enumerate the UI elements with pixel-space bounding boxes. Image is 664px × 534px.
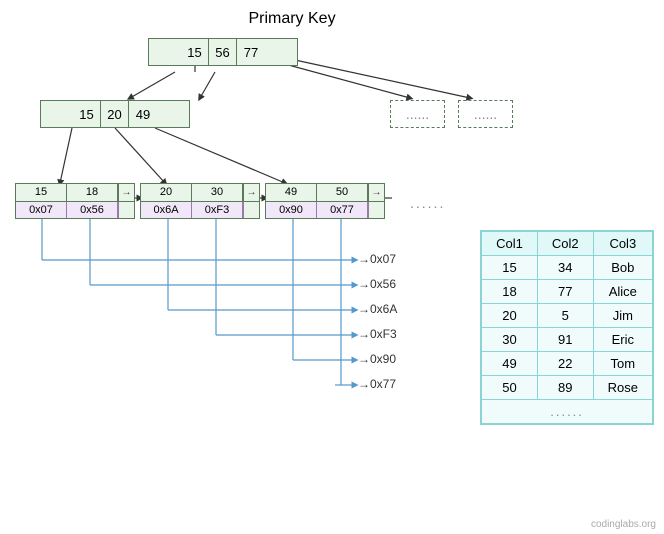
table-row: 15 34 Bob xyxy=(482,256,653,280)
leaf-node-3: 49 50 → 0x90 0x77 xyxy=(265,183,385,219)
leaf2-bot-2: 0xF3 xyxy=(192,202,243,219)
leaf3-bot-1: 0x90 xyxy=(266,202,317,219)
level1-dashed-1: ...... xyxy=(390,100,445,128)
ptr-label-0xF3: →0xF3 xyxy=(358,327,397,341)
level1-dashed-2: ...... xyxy=(458,100,513,128)
table-row: 18 77 Alice xyxy=(482,280,653,304)
l1-cell-3: 49 xyxy=(129,101,157,127)
watermark: codinglabs.org xyxy=(591,519,656,530)
table-row: 20 5 Jim xyxy=(482,304,653,328)
page-title: Primary Key xyxy=(0,10,654,28)
l1-cell-1: 15 xyxy=(73,101,101,127)
leaf2-top-1: 20 xyxy=(141,184,192,201)
col-header-1: Col1 xyxy=(482,232,538,256)
root-cell-1: 15 xyxy=(181,39,209,65)
ptr-label-0x77: →0x77 xyxy=(358,377,396,391)
leaf3-top-2: 50 xyxy=(317,184,368,201)
leaf-node-1: 15 18 → 0x07 0x56 xyxy=(15,183,135,219)
leaf-node-2: 20 30 → 0x6A 0xF3 xyxy=(140,183,260,219)
ptr-label-0x07: →0x07 xyxy=(358,252,396,266)
leaf1-bot-1: 0x07 xyxy=(16,202,67,219)
table-row: 49 22 Tom xyxy=(482,352,653,376)
right-ellipsis: ...... xyxy=(410,195,445,211)
l1-cell-2: 20 xyxy=(101,101,129,127)
leaf1-top-2: 18 xyxy=(67,184,118,201)
leaf3-top-1: 49 xyxy=(266,184,317,201)
table-row: 50 89 Rose xyxy=(482,376,653,400)
data-table: Col1 Col2 Col3 15 34 Bob 18 77 Alice 20 xyxy=(480,230,654,425)
ptr-label-0x90: →0x90 xyxy=(358,352,396,366)
root-node: 15 56 77 xyxy=(148,38,298,66)
level1-node-left: 15 20 49 xyxy=(40,100,190,128)
col-header-3: Col3 xyxy=(593,232,652,256)
leaf2-top-2: 30 xyxy=(192,184,243,201)
root-cell-2: 56 xyxy=(209,39,237,65)
leaf3-bot-2: 0x77 xyxy=(317,202,368,219)
leaf1-top-1: 15 xyxy=(16,184,67,201)
table-row: 30 91 Eric xyxy=(482,328,653,352)
root-cell-3: 77 xyxy=(237,39,265,65)
main-container: Primary Key xyxy=(0,0,664,534)
ptr-label-0x56: →0x56 xyxy=(358,277,396,291)
col-header-2: Col2 xyxy=(537,232,593,256)
table-footer-row: ...... xyxy=(482,400,653,424)
leaf1-bot-2: 0x56 xyxy=(67,202,118,219)
ptr-label-0x6A: →0x6A xyxy=(358,302,397,316)
leaf2-bot-1: 0x6A xyxy=(141,202,192,219)
